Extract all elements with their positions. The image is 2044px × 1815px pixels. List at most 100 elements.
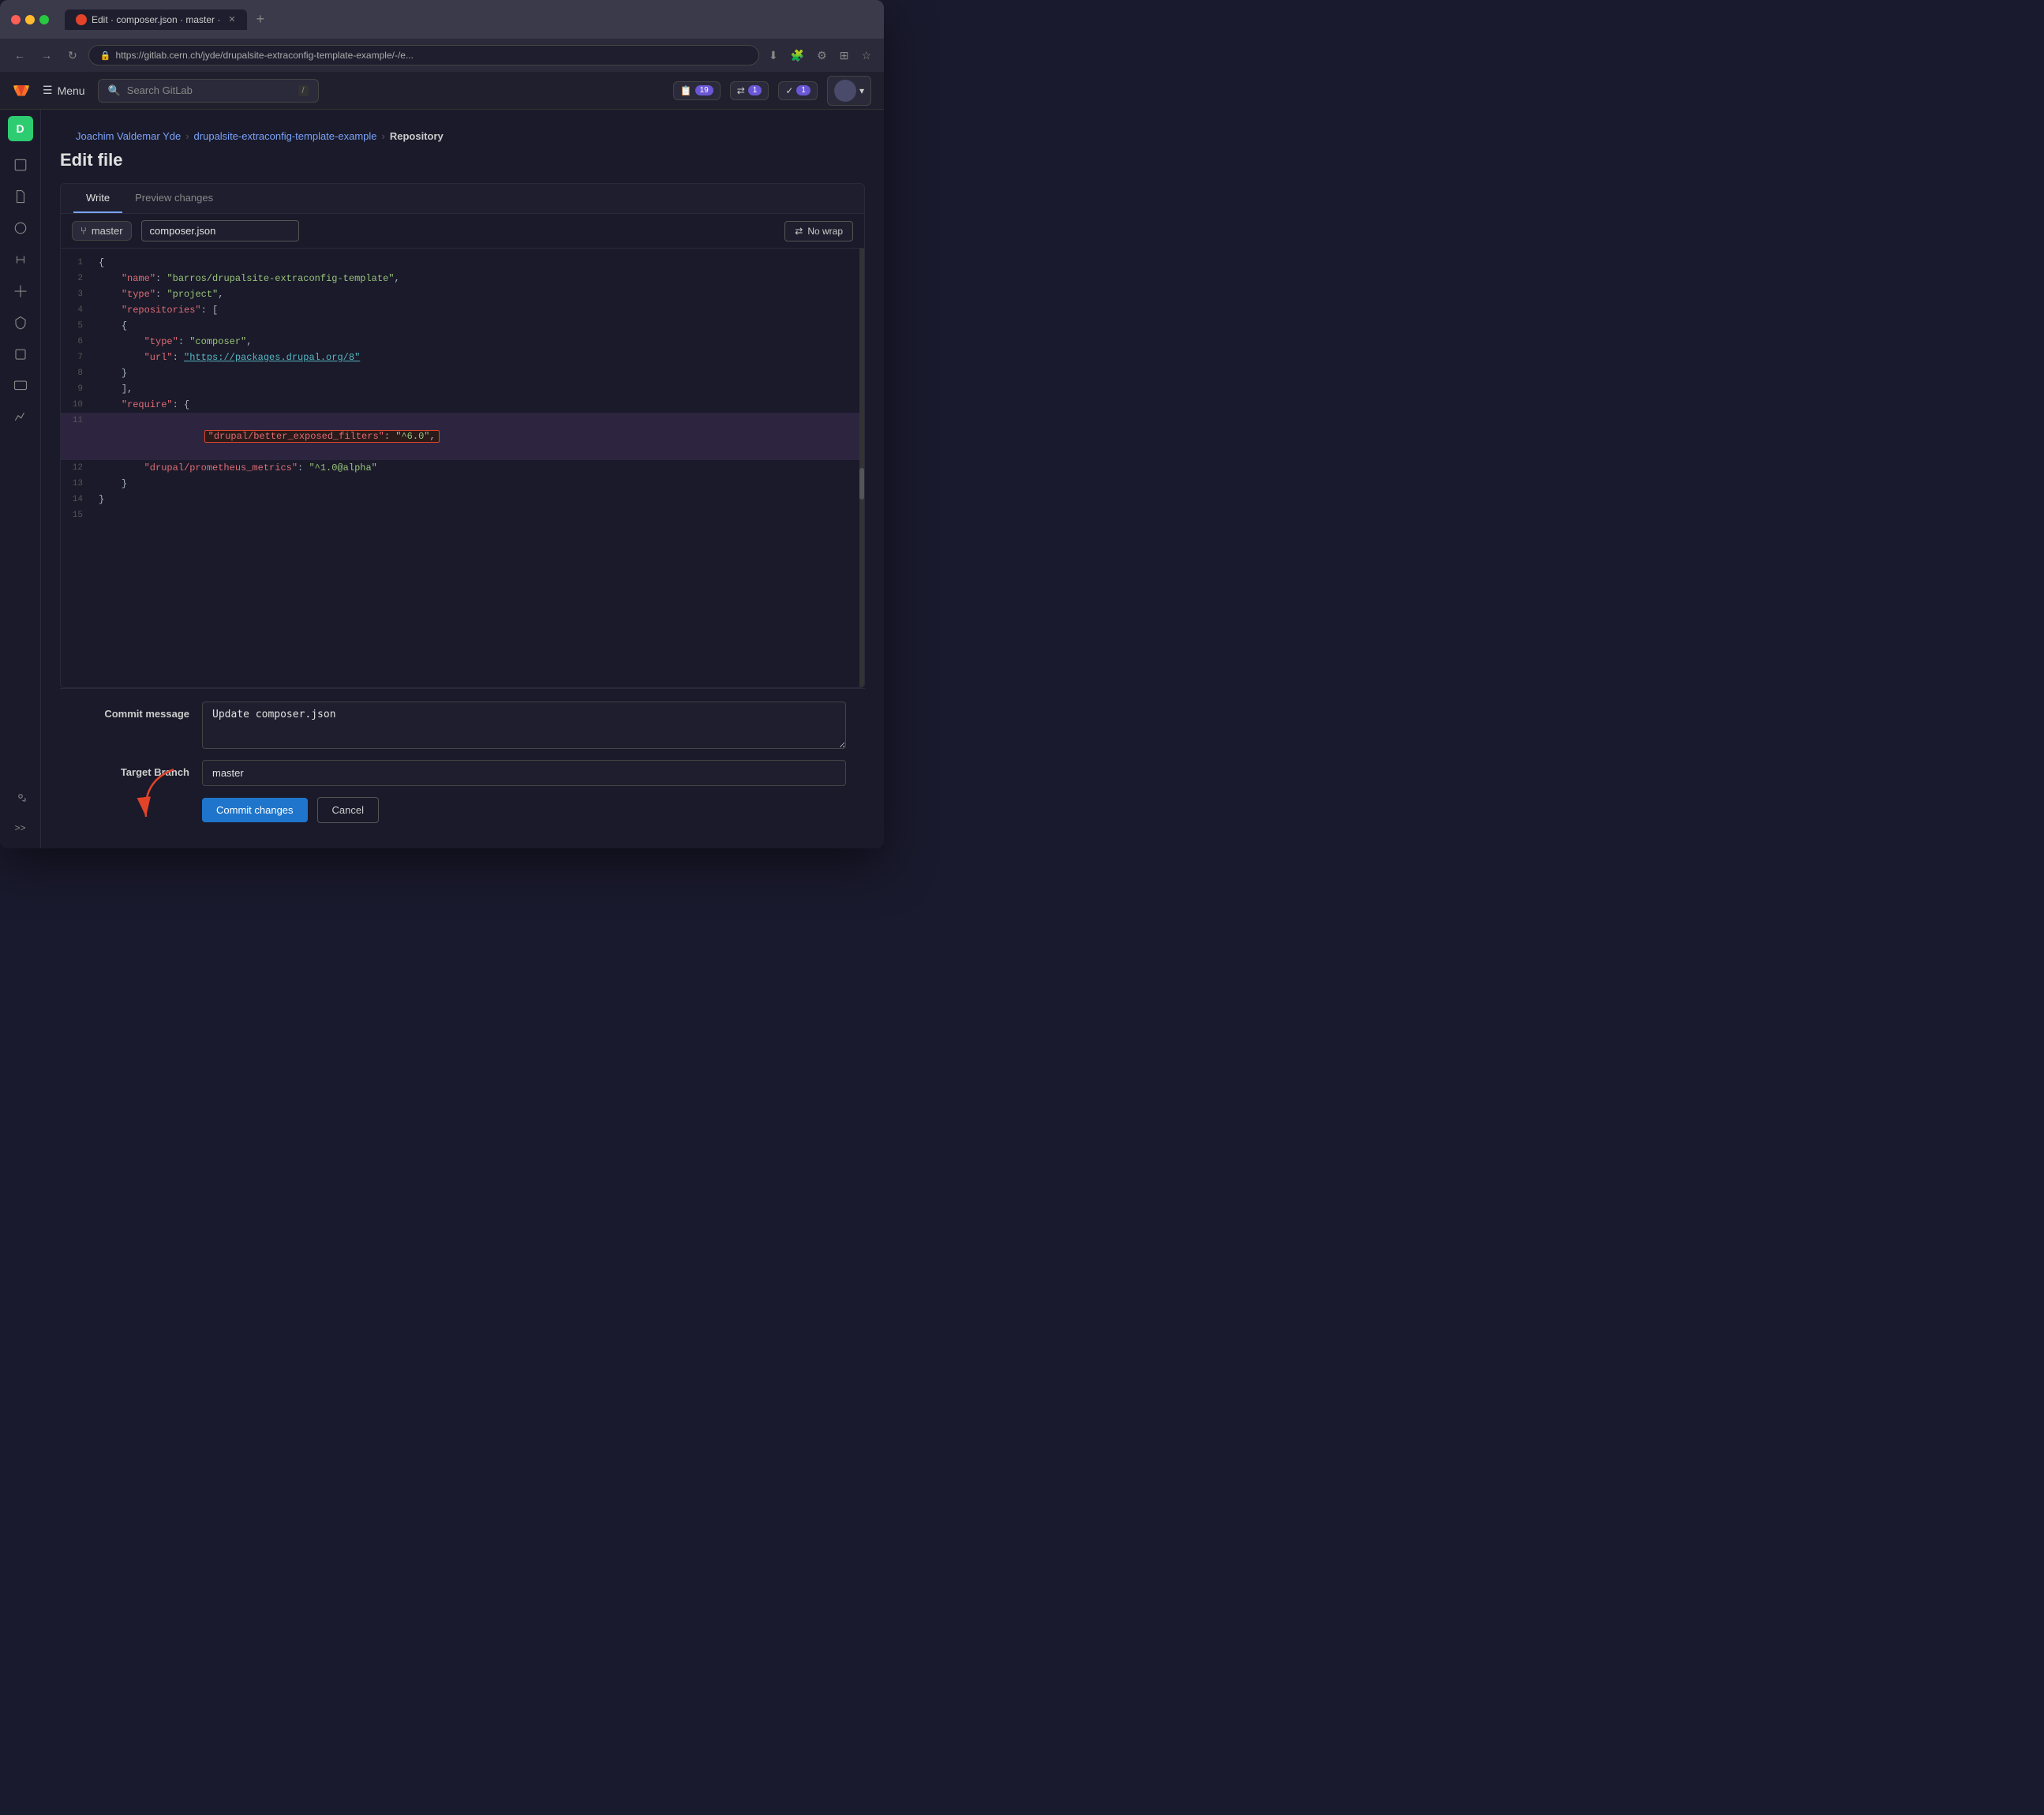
active-tab[interactable]: Edit · composer.json · master · ✕ [65,9,247,30]
settings-icon[interactable]: ⚙ [814,46,830,65]
tab-close-icon[interactable]: ✕ [228,14,235,24]
browser-navbar: ← → ↻ 🔒 https://gitlab.cern.ch/jyde/drup… [0,39,884,72]
code-line-8: 8 } [61,365,859,381]
edit-tabs: Write Preview changes [61,184,864,214]
code-editor[interactable]: 1 { 2 "name": "barros/drupalsite-extraco… [61,249,859,687]
line-num-14: 14 [61,492,92,507]
branch-icon: ⑂ [80,225,87,237]
search-placeholder: Search GitLab [127,84,193,96]
code-line-6: 6 "type": "composer", [61,334,859,350]
minimize-button[interactable] [25,15,35,24]
sidebar-item-repo[interactable] [6,151,35,179]
branch-selector[interactable]: ⑂ master [72,221,132,241]
code-line-7: 7 "url": "https://packages.drupal.org/8" [61,350,859,365]
extensions-icon[interactable]: 🧩 [788,46,807,65]
commit-actions-row: Commit changes Cancel [79,797,846,823]
sidebar-item-packages[interactable] [6,340,35,369]
breadcrumb-current: Repository [390,130,444,142]
browser-titlebar: Edit · composer.json · master · ✕ + [0,0,884,39]
target-branch-input[interactable] [202,760,846,786]
tab-write[interactable]: Write [73,184,122,213]
line-content-14: } [92,492,859,507]
sidebar-item-analytics[interactable] [6,403,35,432]
menu-button[interactable]: ☰ Menu [43,84,85,97]
menu-label: Menu [58,84,85,97]
edit-toolbar: ⑂ master ⇄ No wrap [61,214,864,249]
maximize-button[interactable] [39,15,49,24]
gitlab-app: ☰ Menu 🔍 Search GitLab / 📋 19 ⇄ 1 ✓ [0,72,884,848]
gitlab-logo-icon [13,80,30,102]
line-content-9: ], [92,381,859,397]
browser-window: Edit · composer.json · master · ✕ + ← → … [0,0,884,848]
line-num-6: 6 [61,334,92,350]
line-num-10: 10 [61,397,92,413]
editor-scrollbar[interactable] [859,249,864,687]
line-content-4: "repositories": [ [92,302,859,318]
commit-section: Commit message Update composer.json Targ… [60,688,865,836]
forward-button[interactable]: → [36,46,57,65]
line-num-4: 4 [61,302,92,318]
sidebar-item-security[interactable] [6,309,35,337]
tab-favicon [76,14,87,25]
todos-badge[interactable]: 📋 19 [673,81,721,100]
edit-file-panel: Write Preview changes ⑂ master ⇄ No wrap [60,183,865,688]
code-line-2: 2 "name": "barros/drupalsite-extraconfig… [61,271,859,286]
breadcrumb-repo[interactable]: drupalsite-extraconfig-template-example [194,130,377,142]
breadcrumb: Joachim Valdemar Yde › drupalsite-extrac… [60,122,865,150]
hamburger-icon: ☰ [43,84,53,97]
star-icon[interactable]: ☆ [858,46,874,65]
line-num-15: 15 [61,507,92,523]
code-line-10: 10 "require": { [61,397,859,413]
sidebar-item-monitor[interactable] [6,372,35,400]
filename-input[interactable] [141,220,299,241]
download-icon[interactable]: ⬇ [766,46,781,65]
commit-changes-button[interactable]: Commit changes [202,798,308,822]
sidebar-item-issues[interactable] [6,214,35,242]
line-num-12: 12 [61,460,92,476]
url-text: https://gitlab.cern.ch/jyde/drupalsite-e… [115,50,414,61]
line-content-5: { [92,318,859,334]
sidebar-item-ci-cd[interactable] [6,277,35,305]
main-content: Joachim Valdemar Yde › drupalsite-extrac… [41,110,884,848]
tab-title: Edit · composer.json · master · [92,14,220,25]
sidebar-item-settings[interactable] [6,782,35,810]
editor-empty-space[interactable] [61,523,859,681]
user-avatar[interactable]: ▾ [827,76,871,106]
global-search[interactable]: 🔍 Search GitLab / [98,79,319,103]
mr-count: 1 [748,85,762,95]
issue-icon: ✓ [785,85,793,96]
issues-badge[interactable]: ✓ 1 [778,81,818,100]
refresh-button[interactable]: ↻ [63,46,82,65]
code-line-13: 13 } [61,476,859,492]
target-branch-row: Target Branch [79,760,846,786]
search-icon: 🔍 [108,84,121,97]
sidebar-item-merge-requests[interactable] [6,245,35,274]
commit-actions: Commit changes Cancel [79,797,846,823]
line-content-13: } [92,476,859,492]
line-content-8: } [92,365,859,381]
cancel-button[interactable]: Cancel [317,797,379,823]
url-bar[interactable]: 🔒 https://gitlab.cern.ch/jyde/drupalsite… [88,45,759,65]
project-avatar[interactable]: D [8,116,33,141]
back-button[interactable]: ← [9,46,30,65]
new-tab-button[interactable]: + [250,8,271,31]
commit-message-input[interactable]: Update composer.json [202,702,846,749]
line-content-12: "drupal/prometheus_metrics": "^1.0@alpha… [92,460,859,476]
grid-icon[interactable]: ⊞ [837,46,852,65]
scrollbar-thumb[interactable] [859,468,864,500]
issues-count: 1 [796,85,810,95]
line-num-2: 2 [61,271,92,286]
header-right-actions: 📋 19 ⇄ 1 ✓ 1 ▾ [673,76,871,106]
collapse-label: >> [14,822,25,833]
sidebar-item-files[interactable] [6,182,35,211]
nowrap-icon: ⇄ [795,226,803,237]
breadcrumb-user[interactable]: Joachim Valdemar Yde [76,130,181,142]
app-body: D [0,110,884,848]
sidebar-collapse-button[interactable]: >> [0,814,41,842]
nowrap-button[interactable]: ⇄ No wrap [784,221,853,241]
code-line-9: 9 ], [61,381,859,397]
tab-preview[interactable]: Preview changes [122,184,226,213]
merge-requests-badge[interactable]: ⇄ 1 [730,81,769,100]
close-button[interactable] [11,15,21,24]
line-content-10: "require": { [92,397,859,413]
